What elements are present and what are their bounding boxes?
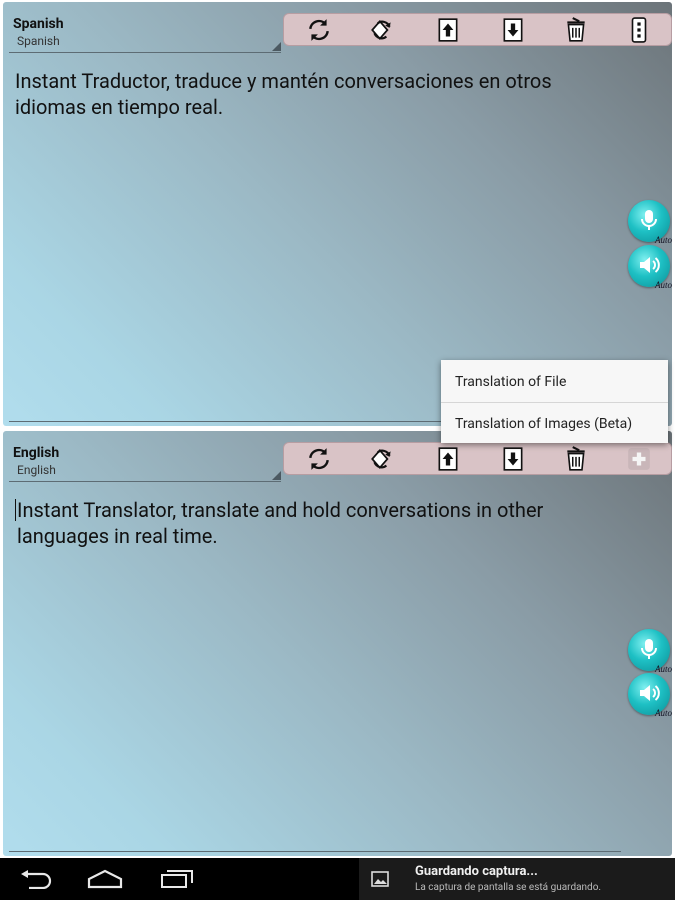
recent-apps-button[interactable] (147, 864, 207, 894)
text-cursor (15, 499, 16, 521)
upload-icon (438, 18, 458, 42)
notification-text: La captura de pantalla se está guardando… (415, 882, 602, 893)
recent-apps-icon (161, 870, 193, 888)
spinner-arrow-icon (272, 42, 281, 51)
source-speaker-button[interactable]: Auto (628, 245, 672, 290)
source-text-area[interactable]: Instant Traductor, traduce y mantén conv… (15, 68, 625, 120)
menu-item-translation-of-images[interactable]: Translation of Images (Beta) (441, 403, 668, 444)
back-icon (21, 870, 52, 889)
target-text-area[interactable]: Instant Translator, translate and hold c… (17, 497, 627, 549)
target-panel: English English Instant Translator, tran… (3, 431, 672, 856)
target-divider (9, 851, 621, 852)
target-toolbar (283, 442, 672, 475)
home-button[interactable] (75, 864, 135, 894)
delete-button[interactable] (561, 445, 591, 473)
download-button[interactable] (498, 16, 528, 44)
target-language-subtitle: English (17, 463, 56, 477)
swap-button[interactable] (367, 16, 397, 44)
source-toolbar (283, 13, 672, 46)
upload-button[interactable] (433, 16, 463, 44)
speaker-auto-label: Auto (655, 280, 672, 290)
overflow-menu-button[interactable] (624, 16, 654, 44)
delete-icon (567, 17, 585, 42)
speaker-icon (640, 685, 660, 701)
image-icon (371, 871, 389, 887)
refresh-icon (309, 19, 329, 41)
microphone-icon (641, 639, 657, 659)
delete-icon (567, 446, 585, 471)
target-language-spinner[interactable]: English English (9, 445, 281, 482)
back-button[interactable] (6, 864, 66, 894)
home-icon (87, 869, 123, 889)
system-navigation-bar: Guardando captura... La captura de panta… (0, 858, 675, 900)
swap-button[interactable] (367, 445, 397, 473)
refresh-button[interactable] (304, 16, 334, 44)
speaker-icon (640, 257, 660, 273)
upload-icon (438, 447, 458, 471)
overflow-popup-menu: Translation of File Translation of Image… (441, 360, 668, 443)
target-speaker-button[interactable]: Auto (628, 673, 672, 718)
notification-title: Guardando captura... (415, 864, 538, 879)
add-button[interactable] (624, 445, 654, 473)
screenshot-notification[interactable]: Guardando captura... La captura de panta… (359, 858, 675, 900)
upload-button[interactable] (433, 445, 463, 473)
target-language-title: English (13, 445, 60, 461)
mic-auto-label: Auto (655, 664, 672, 674)
add-icon (628, 448, 650, 470)
download-icon (503, 18, 523, 42)
source-microphone-button[interactable]: Auto (628, 200, 672, 245)
spinner-arrow-icon (272, 471, 281, 480)
delete-button[interactable] (561, 16, 591, 44)
overflow-menu-icon (631, 17, 647, 43)
source-language-subtitle: Spanish (17, 34, 60, 48)
refresh-button[interactable] (304, 445, 334, 473)
refresh-icon (309, 448, 329, 470)
download-icon (503, 447, 523, 471)
menu-item-translation-of-file[interactable]: Translation of File (441, 361, 668, 402)
swap-icon (371, 20, 391, 40)
microphone-icon (641, 210, 657, 230)
target-microphone-button[interactable]: Auto (628, 629, 672, 674)
download-button[interactable] (498, 445, 528, 473)
source-language-title: Spanish (13, 16, 64, 32)
speaker-auto-label: Auto (655, 708, 672, 718)
swap-icon (371, 449, 391, 469)
source-language-spinner[interactable]: Spanish Spanish (9, 16, 281, 53)
mic-auto-label: Auto (655, 235, 672, 245)
